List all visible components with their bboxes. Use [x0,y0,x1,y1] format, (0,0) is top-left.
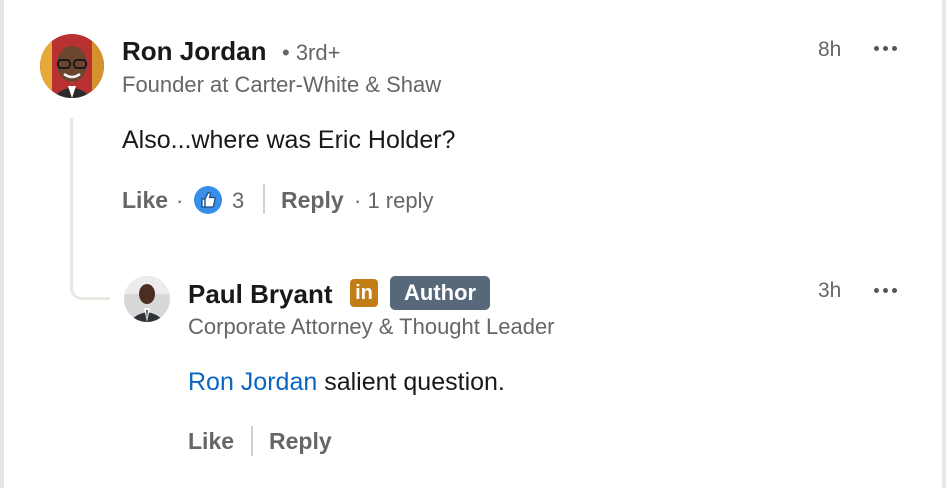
mention-link[interactable]: Ron Jordan [188,368,317,396]
reply-text: Ron Jordan salient question. [188,368,505,397]
comment-text: Also...where was Eric Holder? [122,126,456,154]
more-horizontal-icon[interactable] [874,46,897,51]
more-horizontal-icon[interactable] [874,288,897,293]
author-badge: Author [390,276,491,310]
reply-author-headline: Corporate Attorney & Thought Leader [188,314,555,339]
like-button[interactable]: Like [188,428,234,455]
action-separator: · [176,188,184,213]
reaction-count[interactable]: 3 [232,188,244,214]
comment-author-headline: Founder at Carter-White & Shaw [122,72,442,97]
action-divider [251,426,253,456]
avatar[interactable] [124,276,170,322]
like-button[interactable]: Like [122,187,168,214]
reply-text-body: salient question. [317,368,505,396]
comments-panel: Ron Jordan • 3rd+ Founder at Carter-Whit… [0,0,946,488]
reply-author-name[interactable]: Paul Bryant [188,279,333,310]
avatar[interactable] [40,34,104,98]
comment-author-name[interactable]: Ron Jordan [122,36,266,67]
connection-degree: • 3rd+ [282,40,341,65]
action-divider [263,184,265,214]
reply-button[interactable]: Reply [269,428,332,455]
reply-button[interactable]: Reply [281,187,344,214]
reply-timestamp: 3h [818,279,842,302]
thread-connector [70,118,110,300]
reply-count[interactable]: · 1 reply [354,188,433,214]
linkedin-premium-icon: in [350,279,378,307]
like-reaction-icon[interactable] [194,186,222,214]
comment-timestamp: 8h [818,38,842,61]
